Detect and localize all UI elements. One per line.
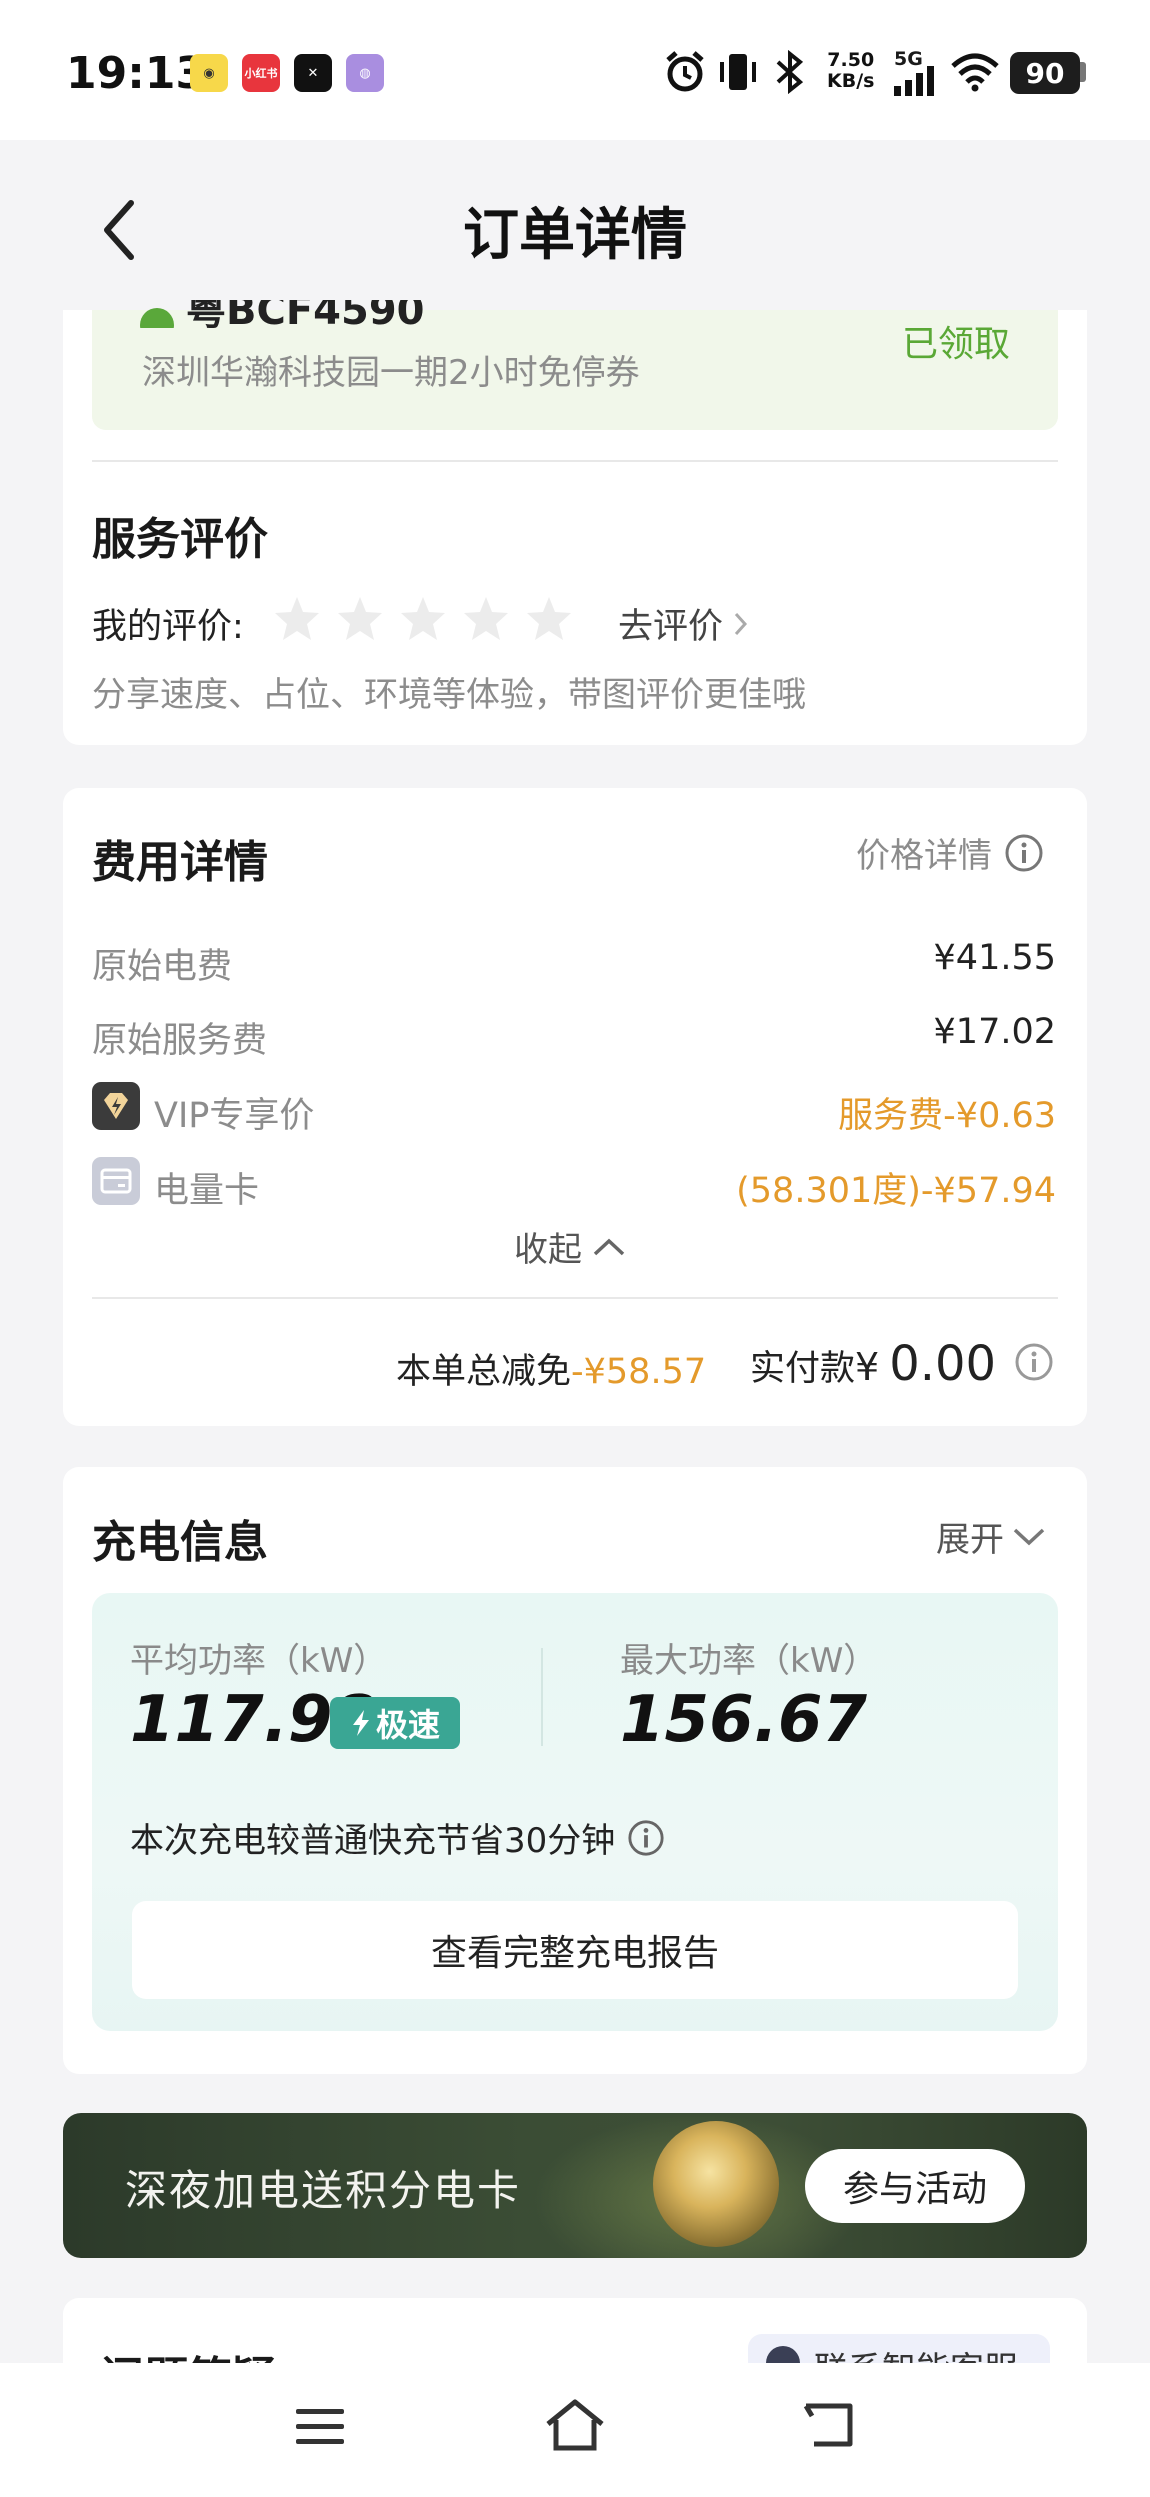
time-saving-text: 本次充电较普通快充节省30分钟	[130, 1821, 616, 1861]
vip-diamond-icon	[92, 1082, 140, 1130]
divider	[92, 460, 1058, 462]
my-rating-label: 我的评价:	[92, 607, 244, 647]
divider	[92, 1297, 1058, 1299]
promo-banner[interactable]: 深夜加电送积分电卡 参与活动	[63, 2113, 1087, 2258]
info-icon[interactable]	[1004, 833, 1044, 873]
app-icon-yellow: ◉	[190, 54, 228, 92]
battery-indicator: 90	[1010, 52, 1080, 94]
plate-dot-icon	[140, 308, 174, 328]
coupon-description-visible: 深圳华瀚科技园一期2小时免停券	[142, 353, 640, 393]
expand-label: 展开	[936, 1520, 1004, 1560]
battery-tip	[1080, 62, 1086, 82]
net-speed-value: 7.50	[827, 49, 875, 71]
app-icon-xiaohongshu: 小红书	[242, 54, 280, 92]
alarm-icon	[666, 51, 704, 92]
total-discount-label: 本单总减免	[396, 1352, 572, 1392]
review-hint: 分享速度、占位、环境等体验，带图评价更佳哦	[92, 675, 806, 715]
moon-illustration	[653, 2121, 779, 2247]
banner-text: 深夜加电送积分电卡	[125, 2166, 522, 2215]
max-power-label: 最大功率（kW）	[620, 1641, 878, 1681]
return-icon[interactable]	[800, 2400, 858, 2450]
net-speed: 7.50 KB/s	[827, 50, 874, 92]
star-icon[interactable]	[398, 594, 448, 644]
paid-value: 0.00	[889, 1336, 997, 1392]
star-icon[interactable]	[461, 594, 511, 644]
charging-title: 充电信息	[92, 1517, 268, 1568]
review-title: 服务评价	[92, 514, 268, 565]
star-icon[interactable]	[272, 594, 322, 644]
paid-currency: ¥	[855, 1345, 880, 1389]
fee-row-value: ¥17.02	[933, 1012, 1056, 1052]
fee-row-value: 服务费-¥0.63	[838, 1096, 1056, 1136]
go-review-label: 去评价	[618, 607, 724, 647]
fee-row-label: 原始服务费	[92, 1021, 268, 1061]
paid-label: 实付款	[750, 1349, 856, 1389]
max-power-value: 156.67	[620, 1683, 867, 1757]
time-saving-note: 本次充电较普通快充节省30分钟	[130, 1813, 665, 1862]
lightning-icon	[352, 1710, 369, 1736]
bot-avatar-icon	[766, 2346, 800, 2364]
app-icon-capcut: ✕	[294, 54, 332, 92]
faq-title-clip: 问题答疑	[100, 2342, 276, 2364]
price-detail-label: 价格详情	[856, 836, 992, 876]
speed-badge-label: 极速	[375, 1706, 440, 1744]
vertical-divider	[541, 1648, 543, 1746]
paid-amount: 实付款 ¥ 0.00	[750, 1336, 996, 1392]
chevron-up-icon	[593, 1238, 625, 1255]
menu-icon[interactable]	[294, 2405, 346, 2449]
wifi-icon	[951, 53, 999, 92]
speed-badge: 极速	[330, 1697, 460, 1749]
star-icon[interactable]	[335, 594, 385, 644]
page-title-text: 订单详情	[463, 203, 687, 268]
net-speed-unit: KB/s	[827, 70, 875, 92]
go-review-link[interactable]: 去评价	[618, 598, 749, 649]
chevron-right-icon	[734, 612, 748, 635]
price-detail-link[interactable]: 价格详情	[856, 828, 1044, 877]
bluetooth-icon	[776, 50, 804, 94]
vibrate-icon	[720, 54, 756, 90]
star-icon[interactable]	[524, 594, 574, 644]
charging-stats-panel: 平均功率（kW） 117.98 极速 最大功率（kW） 156.67 本次充电较…	[92, 1593, 1058, 2031]
rating-stars[interactable]	[272, 594, 574, 644]
expand-toggle[interactable]: 展开	[936, 1512, 1046, 1561]
full-report-button[interactable]: 查看完整充电报告	[132, 1901, 1018, 1999]
total-discount-value: -¥58.57	[571, 1352, 707, 1392]
avg-power-label: 平均功率（kW）	[130, 1641, 388, 1681]
chevron-down-icon	[1013, 1528, 1045, 1545]
fee-title: 费用详情	[92, 837, 268, 888]
total-discount: 本单总减免-¥58.57	[396, 1343, 706, 1394]
app-icon-purple: ◍	[346, 54, 384, 92]
collapse-toggle[interactable]: 收起	[514, 1222, 626, 1271]
fee-row-label: 原始电费	[92, 947, 233, 987]
fee-row-label: VIP专享价	[154, 1096, 315, 1136]
plate-row-visible: 粤BCF4590	[140, 300, 425, 328]
fee-row-value: ¥41.55	[933, 938, 1056, 978]
signal-icon	[894, 66, 934, 96]
info-icon[interactable]	[1014, 1342, 1054, 1382]
join-activity-button[interactable]: 参与活动	[805, 2149, 1025, 2223]
status-time: 19:13	[66, 48, 207, 99]
collapse-label: 收起	[514, 1230, 582, 1270]
info-icon[interactable]	[627, 1819, 665, 1857]
home-icon[interactable]	[544, 2398, 606, 2452]
plate-number-visible: 粤BCF4590	[186, 300, 425, 328]
faq-title: 问题答疑	[100, 2342, 276, 2364]
contact-service-label: 联系智能客服	[814, 2342, 1018, 2364]
fee-row-value: (58.301度)-¥57.94	[736, 1171, 1056, 1211]
fee-row-label: 电量卡	[154, 1171, 260, 1211]
energy-card-icon	[92, 1157, 140, 1205]
coupon-status-visible: 已领取	[902, 324, 1011, 365]
xiaohongshu-label: 小红书	[244, 67, 278, 80]
contact-service-button[interactable]: 联系智能客服	[748, 2334, 1050, 2364]
